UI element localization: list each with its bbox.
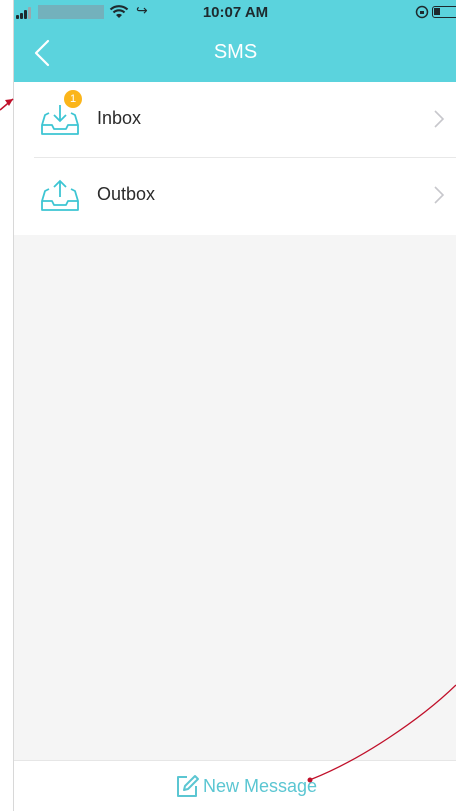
unread-count-badge: 1 — [64, 90, 82, 108]
chevron-right-icon — [434, 186, 445, 204]
status-time: 10:07 AM — [202, 4, 269, 21]
phone-screen: ↪ 10:07 AM SMS 1 Inbox Outbox New Messag… — [13, 0, 456, 811]
chevron-right-icon — [434, 110, 445, 128]
annotation-arrowhead-top — [5, 99, 13, 106]
new-message-button[interactable]: New Message — [174, 771, 317, 801]
inbox-row[interactable]: 1 Inbox — [14, 82, 456, 158]
new-message-label: New Message — [203, 775, 318, 796]
rotation-lock-icon — [415, 5, 429, 19]
annotation-arrow-top — [0, 98, 14, 111]
status-bar: ↪ 10:07 AM — [14, 0, 456, 24]
battery-icon — [432, 6, 456, 18]
sms-folder-list: 1 Inbox Outbox — [14, 82, 456, 235]
inbox-label: Inbox — [97, 108, 142, 128]
bottom-action-bar: New Message — [14, 760, 456, 811]
outbox-upload-icon — [41, 179, 79, 211]
outbox-label: Outbox — [97, 184, 156, 204]
nav-bar: SMS — [14, 24, 456, 82]
compose-icon — [177, 775, 199, 797]
page-title: SMS — [213, 41, 258, 63]
outbox-row[interactable]: Outbox — [14, 158, 456, 235]
